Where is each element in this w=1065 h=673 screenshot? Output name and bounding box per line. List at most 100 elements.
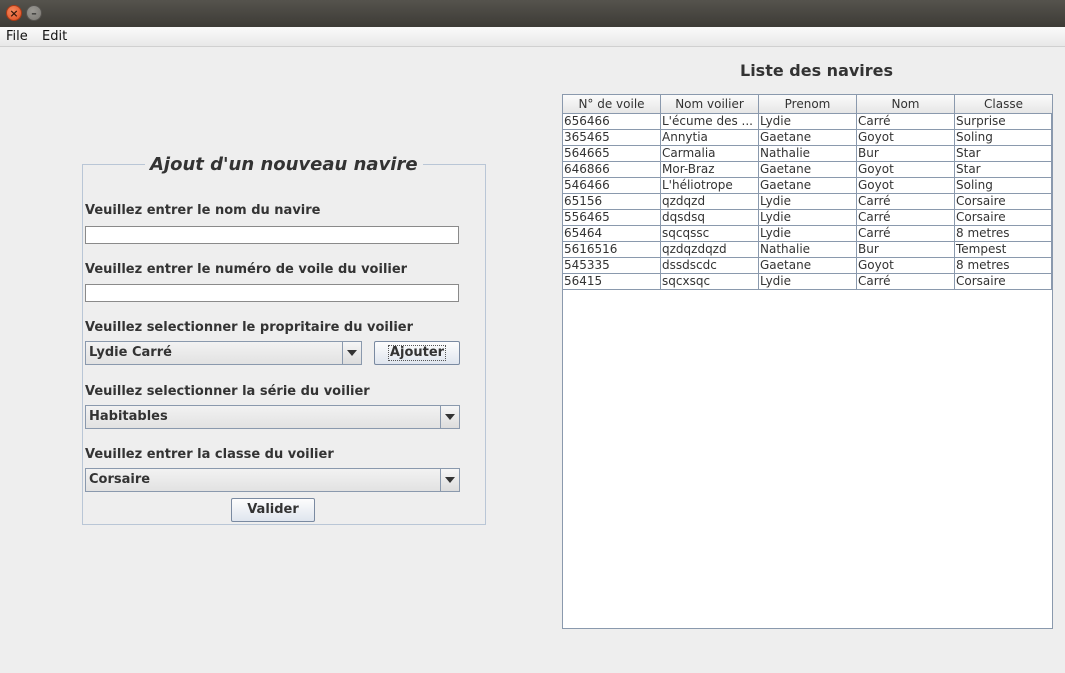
cell-class: Corsaire: [955, 210, 1052, 226]
chevron-down-icon[interactable]: [342, 342, 361, 364]
cell-first-name: Lydie: [759, 274, 857, 290]
cell-last-name: Carré: [857, 114, 955, 130]
cell-sail-number: 65156: [563, 194, 661, 210]
cell-last-name: Goyot: [857, 178, 955, 194]
table-row[interactable]: 546466 L'héliotrope Gaetane Goyot Soling: [563, 178, 1052, 194]
table-row[interactable]: 56415 sqcxsqc Lydie Carré Corsaire: [563, 274, 1052, 290]
owner-select[interactable]: Lydie Carré: [85, 341, 362, 365]
series-label: Veuillez selectionner la série du voilie…: [85, 384, 370, 399]
sail-number-label: Veuillez entrer le numéro de voile du vo…: [85, 262, 408, 277]
table-row[interactable]: 646866 Mor-Braz Gaetane Goyot Star: [563, 162, 1052, 178]
chevron-down-icon[interactable]: [440, 469, 459, 491]
cell-sail-number: 656466: [563, 114, 661, 130]
column-header-class[interactable]: Classe: [955, 95, 1052, 113]
table-row[interactable]: 656466 L'écume des ... Lydie Carré Surprise: [563, 114, 1052, 130]
class-label: Veuillez entrer la classe du voilier: [85, 447, 334, 462]
series-select-value: Habitables: [89, 409, 168, 424]
series-select[interactable]: Habitables: [85, 405, 460, 429]
table-row[interactable]: 65464 sqcqssc Lydie Carré 8 metres: [563, 226, 1052, 242]
cell-class: Soling: [955, 130, 1052, 146]
cell-class: Soling: [955, 178, 1052, 194]
cell-sail-number: 365465: [563, 130, 661, 146]
add-owner-button[interactable]: Ajouter: [374, 341, 460, 365]
cell-class: Tempest: [955, 242, 1052, 258]
table-row[interactable]: 65156 qzdqzd Lydie Carré Corsaire: [563, 194, 1052, 210]
cell-sail-number: 5616516: [563, 242, 661, 258]
cell-class: Corsaire: [955, 194, 1052, 210]
add-ship-title: Ajout d'un nouveau navire: [145, 154, 423, 175]
sail-number-input[interactable]: [85, 284, 459, 302]
cell-class: Surprise: [955, 114, 1052, 130]
column-header-last-name[interactable]: Nom: [857, 95, 955, 113]
cell-sail-number: 556465: [563, 210, 661, 226]
cell-first-name: Lydie: [759, 210, 857, 226]
cell-ship-name: L'héliotrope: [661, 178, 759, 194]
cell-ship-name: L'écume des ...: [661, 114, 759, 130]
ship-list-title: Liste des navires: [740, 61, 894, 80]
cell-last-name: Carré: [857, 274, 955, 290]
ship-name-label: Veuillez entrer le nom du navire: [85, 203, 321, 218]
class-select[interactable]: Corsaire: [85, 468, 460, 492]
cell-sail-number: 564665: [563, 146, 661, 162]
cell-ship-name: Mor-Braz: [661, 162, 759, 178]
cell-first-name: Gaetane: [759, 258, 857, 274]
cell-last-name: Goyot: [857, 162, 955, 178]
table-row[interactable]: 556465 dqsdsq Lydie Carré Corsaire: [563, 210, 1052, 226]
cell-sail-number: 56415: [563, 274, 661, 290]
cell-first-name: Lydie: [759, 194, 857, 210]
window-titlebar: × –: [0, 0, 1065, 27]
cell-last-name: Bur: [857, 146, 955, 162]
table-row[interactable]: 545335 dssdscdc Gaetane Goyot 8 metres: [563, 258, 1052, 274]
cell-class: Corsaire: [955, 274, 1052, 290]
minimize-icon[interactable]: –: [26, 5, 42, 21]
table-row[interactable]: 564665 Carmalia Nathalie Bur Star: [563, 146, 1052, 162]
column-header-sail-number[interactable]: N° de voile: [563, 95, 661, 113]
cell-ship-name: qzdqzdqzd: [661, 242, 759, 258]
cell-first-name: Nathalie: [759, 146, 857, 162]
cell-ship-name: qzdqzd: [661, 194, 759, 210]
add-ship-panel: Ajout d'un nouveau navire Veuillez entre…: [82, 154, 486, 525]
ship-name-input[interactable]: [85, 226, 459, 244]
cell-first-name: Gaetane: [759, 178, 857, 194]
cell-first-name: Nathalie: [759, 242, 857, 258]
table-row[interactable]: 365465 Annytia Gaetane Goyot Soling: [563, 130, 1052, 146]
ship-table: N° de voile Nom voilier Prenom Nom Class…: [562, 94, 1053, 629]
cell-class: 8 metres: [955, 258, 1052, 274]
cell-sail-number: 546466: [563, 178, 661, 194]
cell-last-name: Bur: [857, 242, 955, 258]
chevron-down-icon[interactable]: [440, 406, 459, 428]
cell-class: 8 metres: [955, 226, 1052, 242]
class-select-value: Corsaire: [89, 472, 151, 487]
cell-last-name: Carré: [857, 194, 955, 210]
add-owner-button-label: Ajouter: [387, 345, 447, 361]
menu-file[interactable]: File: [6, 29, 28, 44]
column-header-first-name[interactable]: Prenom: [759, 95, 857, 113]
cell-sail-number: 65464: [563, 226, 661, 242]
cell-ship-name: sqcqssc: [661, 226, 759, 242]
cell-last-name: Carré: [857, 210, 955, 226]
cell-first-name: Gaetane: [759, 162, 857, 178]
submit-button[interactable]: Valider: [231, 498, 315, 522]
column-header-ship-name[interactable]: Nom voilier: [661, 95, 759, 113]
table-header: N° de voile Nom voilier Prenom Nom Class…: [563, 95, 1052, 114]
owner-label: Veuillez selectionner le propritaire du …: [85, 320, 414, 335]
cell-last-name: Goyot: [857, 258, 955, 274]
cell-first-name: Lydie: [759, 114, 857, 130]
cell-ship-name: Carmalia: [661, 146, 759, 162]
menu-edit[interactable]: Edit: [42, 29, 67, 44]
cell-class: Star: [955, 146, 1052, 162]
cell-ship-name: dqsdsq: [661, 210, 759, 226]
menu-bar: File Edit: [0, 27, 1065, 47]
cell-ship-name: sqcxsqc: [661, 274, 759, 290]
cell-last-name: Carré: [857, 226, 955, 242]
cell-ship-name: Annytia: [661, 130, 759, 146]
cell-first-name: Gaetane: [759, 130, 857, 146]
cell-sail-number: 646866: [563, 162, 661, 178]
cell-sail-number: 545335: [563, 258, 661, 274]
cell-ship-name: dssdscdc: [661, 258, 759, 274]
close-icon[interactable]: ×: [6, 5, 22, 21]
cell-first-name: Lydie: [759, 226, 857, 242]
table-row[interactable]: 5616516 qzdqzdqzd Nathalie Bur Tempest: [563, 242, 1052, 258]
cell-last-name: Goyot: [857, 130, 955, 146]
owner-select-value: Lydie Carré: [89, 345, 172, 360]
